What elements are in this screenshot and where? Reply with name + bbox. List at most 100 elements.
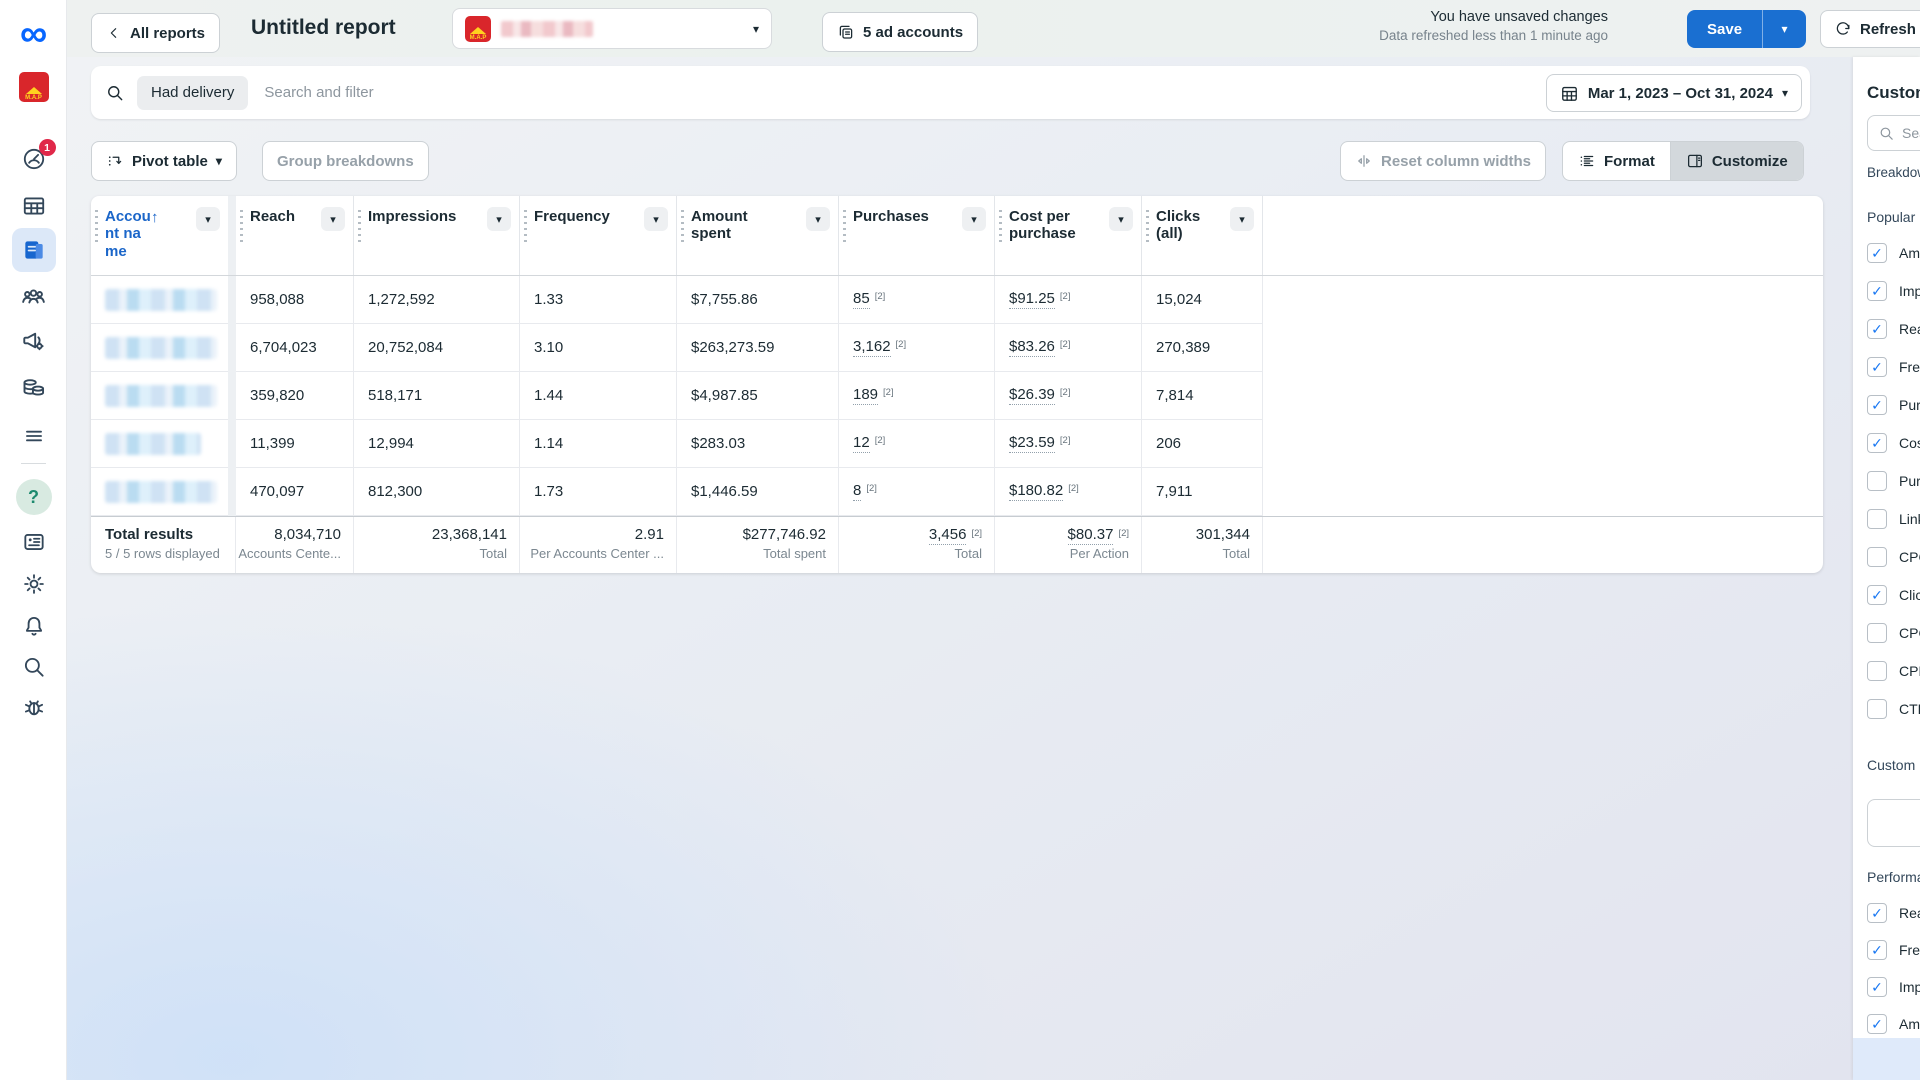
metric-row[interactable]: ✓ Reach [1867,903,1920,923]
cost-per-purchase-value[interactable]: $26.39 [1009,386,1055,405]
metric-row[interactable]: ✓ Frequency [1867,940,1920,960]
column-header-cost-per-purchase[interactable]: Cost per purchase ▾ [995,196,1142,275]
metric-row[interactable]: ✓ Frequency [1867,357,1920,377]
column-header-impressions[interactable]: Impressions ▾ [354,196,520,275]
checkbox[interactable]: ✓ [1867,585,1887,605]
metric-row[interactable]: ✓ Impressions [1867,977,1920,997]
ad-accounts-button[interactable]: 5 ad accounts [822,12,979,52]
cost-per-purchase-value[interactable]: $91.25 [1009,290,1055,309]
checkbox[interactable]: ✓ [1867,547,1887,567]
sidebar-item-billing[interactable] [0,374,67,401]
total-value[interactable]: $80.37 [1067,526,1114,545]
purchases-value[interactable]: 3,162 [853,338,891,357]
search-button[interactable] [0,654,67,680]
metric-row[interactable]: ✓ Reach [1867,319,1920,339]
checkbox[interactable]: ✓ [1867,1014,1887,1034]
metric-row[interactable]: ✓ CTR [1867,699,1920,719]
cost-per-purchase-value[interactable]: $23.59 [1009,434,1055,453]
settings-button[interactable] [0,571,67,597]
sidebar-item-campaigns[interactable] [0,193,67,219]
column-menu-button[interactable]: ▾ [1230,207,1254,231]
total-value[interactable]: 3,456 [928,526,967,545]
purchases-value[interactable]: 189 [853,386,879,405]
pivot-table-button[interactable]: Pivot table ▾ [91,141,237,181]
business-account-selector[interactable]: M.A.P ▾ [452,8,772,49]
report-bug-button[interactable] [0,694,67,720]
refresh-button[interactable]: Refresh [1820,10,1920,48]
metric-row[interactable]: ✓ Amount spent [1867,1014,1920,1034]
format-button[interactable]: Format [1563,142,1671,180]
metric-row[interactable]: ✓ CPM [1867,661,1920,681]
save-options-button[interactable]: ▾ [1762,10,1807,48]
checkbox[interactable]: ✓ [1867,395,1887,415]
checkbox[interactable]: ✓ [1867,357,1887,377]
checkbox[interactable]: ✓ [1867,243,1887,263]
column-menu-button[interactable]: ▾ [487,207,511,231]
notifications-button[interactable] [0,613,67,639]
column-menu-button[interactable]: ▾ [321,207,345,231]
column-menu-button[interactable]: ▾ [806,207,830,231]
business-logo[interactable]: M.A.P [0,72,67,102]
metric-row[interactable]: ✓ Amount spent [1867,243,1920,263]
column-menu-button[interactable]: ▾ [196,207,220,231]
column-header-amount-spent[interactable]: Amount spent ▾ [677,196,839,275]
drag-handle-icon[interactable] [999,210,1002,244]
purchases-value[interactable]: 12 [853,434,870,453]
metric-row[interactable]: ✓ Impressions [1867,281,1920,301]
date-range-selector[interactable]: Mar 1, 2023 – Oct 31, 2024 ▾ [1545,74,1802,112]
checkbox[interactable]: ✓ [1867,699,1887,719]
meta-logo[interactable]: ∞ [0,14,67,54]
custom-metric-input[interactable] [1867,799,1920,847]
checkbox[interactable]: ✓ [1867,940,1887,960]
drag-handle-icon[interactable] [843,210,846,244]
checkbox[interactable]: ✓ [1867,509,1887,529]
purchases-value[interactable]: 85 [853,290,870,309]
customize-button[interactable]: Customize [1670,142,1803,180]
metric-row[interactable]: ✓ Purchase ROAS [1867,471,1920,491]
sidebar-item-all-tools[interactable] [0,423,67,449]
group-breakdowns-button[interactable]: Group breakdowns [262,141,429,181]
save-button[interactable]: Save [1687,10,1763,48]
had-delivery-filter-chip[interactable]: Had delivery [137,75,249,110]
drag-handle-icon[interactable] [358,210,361,244]
metrics-search-box[interactable]: Search [1867,115,1920,151]
sidebar-item-account-overview[interactable]: 1 [0,139,67,172]
metric-row[interactable]: ✓ CPC (all) [1867,623,1920,643]
checkbox[interactable]: ✓ [1867,977,1887,997]
checkbox[interactable]: ✓ [1867,319,1887,339]
drag-handle-icon[interactable] [95,210,98,244]
checkbox[interactable]: ✓ [1867,903,1887,923]
breakdowns-label[interactable]: Breakdowns [1867,165,1920,180]
metric-row[interactable]: ✓ Cost per purchase [1867,433,1920,453]
column-menu-button[interactable]: ▾ [644,207,668,231]
cost-per-purchase-value[interactable]: $180.82 [1009,482,1064,501]
column-header-reach[interactable]: Reach ▾ [236,196,354,275]
metric-row[interactable]: ✓ Purchases [1867,395,1920,415]
column-header-purchases[interactable]: Purchases ▾ [839,196,995,275]
sidebar-item-business-news[interactable] [0,529,67,555]
column-menu-button[interactable]: ▾ [1109,207,1133,231]
drag-handle-icon[interactable] [524,210,527,244]
checkbox[interactable]: ✓ [1867,433,1887,453]
column-header-account-name[interactable]: Account name ↑ ▾ [91,196,228,275]
reset-column-widths-button[interactable]: Reset column widths [1340,141,1547,181]
sidebar-item-advertise[interactable] [0,327,67,354]
drag-handle-icon[interactable] [681,210,684,244]
metric-row[interactable]: ✓ Clicks (all) [1867,585,1920,605]
checkbox[interactable]: ✓ [1867,623,1887,643]
help-button[interactable]: ? [0,479,67,515]
column-header-clicks-all[interactable]: Clicks (all) ▾ [1142,196,1263,275]
cost-per-purchase-value[interactable]: $83.26 [1009,338,1055,357]
checkbox[interactable]: ✓ [1867,661,1887,681]
sidebar-item-audiences[interactable] [0,283,67,310]
column-header-frequency[interactable]: Frequency ▾ [520,196,677,275]
purchases-value[interactable]: 8 [853,482,862,501]
drag-handle-icon[interactable] [240,210,243,244]
column-menu-button[interactable]: ▾ [962,207,986,231]
sidebar-item-ads-reporting-active[interactable] [0,228,67,272]
checkbox[interactable]: ✓ [1867,281,1887,301]
metric-row[interactable]: ✓ CPC (cost per link click) [1867,547,1920,567]
all-reports-back-button[interactable]: All reports [91,13,221,53]
checkbox[interactable]: ✓ [1867,471,1887,491]
drag-handle-icon[interactable] [1146,210,1149,244]
